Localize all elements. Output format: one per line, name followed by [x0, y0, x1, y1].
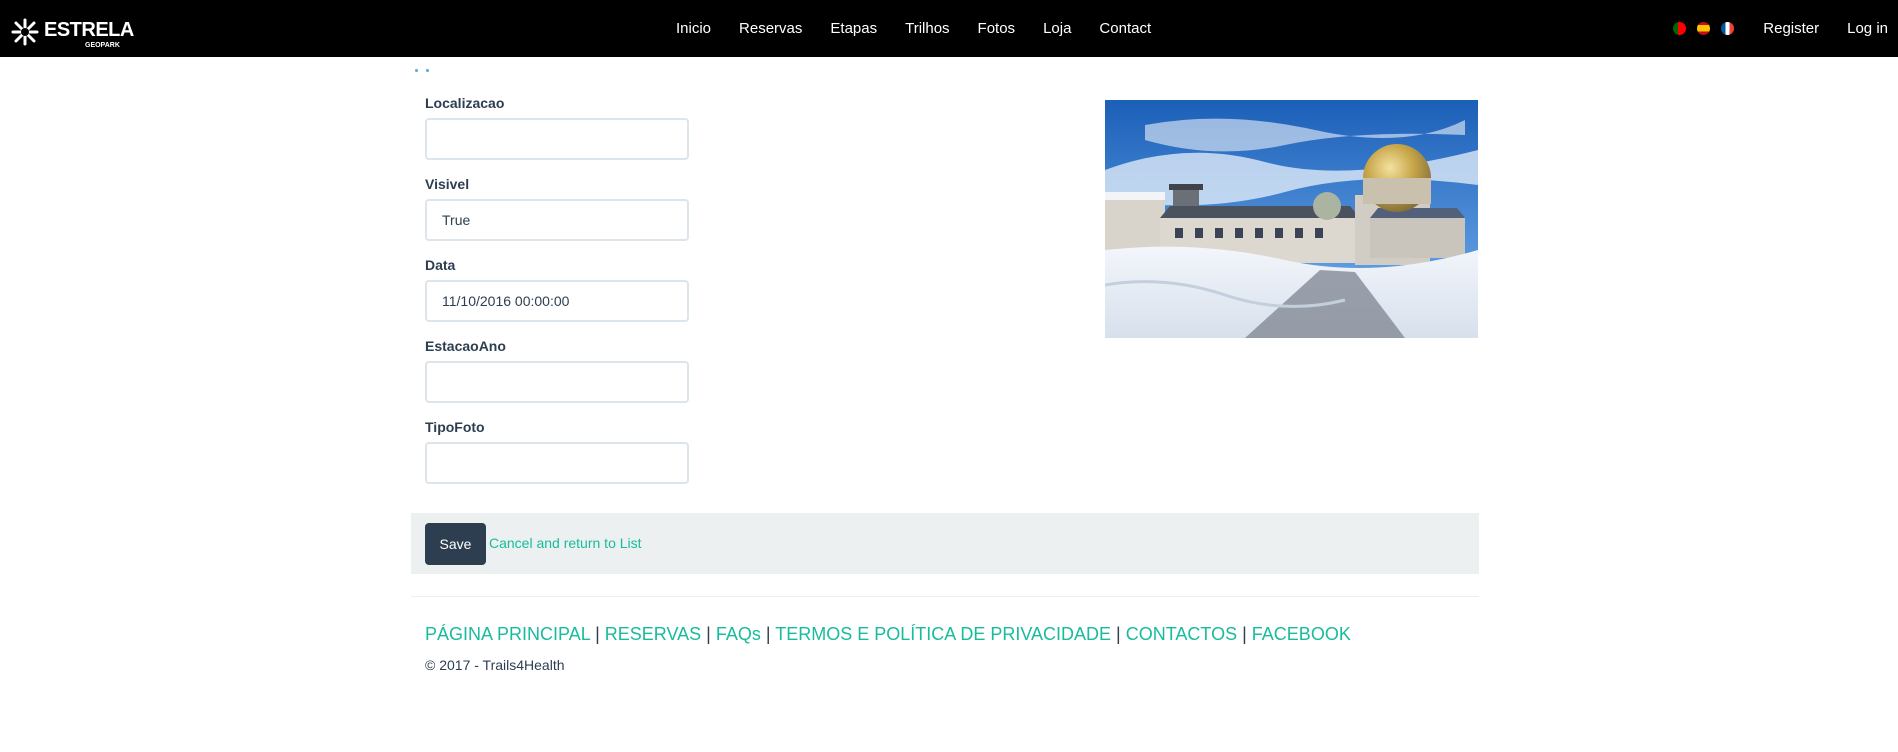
label-visivel: Visivel: [425, 176, 470, 192]
form-actions: Save Cancel and return to List: [411, 513, 1479, 574]
nav-fotos[interactable]: Fotos: [978, 20, 1016, 37]
nav-inicio[interactable]: Inicio: [676, 20, 711, 37]
footer-link-faqs[interactable]: FAQs: [716, 624, 761, 644]
login-link[interactable]: Log in: [1847, 20, 1888, 37]
copyright-text: © 2017 - Trails4Health: [425, 657, 565, 673]
nav-contact[interactable]: Contact: [1099, 20, 1151, 37]
label-data: Data: [425, 257, 456, 273]
tipofoto-input[interactable]: [425, 442, 689, 484]
label-estacaoano: EstacaoAno: [425, 338, 506, 354]
estacaoano-input[interactable]: [425, 361, 689, 403]
footer-divider: [411, 596, 1479, 597]
portugal-flag-icon[interactable]: [1673, 22, 1687, 35]
visivel-input[interactable]: True: [425, 199, 689, 241]
nav-etapas[interactable]: Etapas: [830, 20, 877, 37]
footer-link-termos[interactable]: TERMOS E POLÍTICA DE PRIVACIDADE: [775, 624, 1111, 644]
nav-right: Register Log in: [1673, 0, 1898, 57]
france-flag-icon[interactable]: [1721, 22, 1735, 35]
footer-link-contactos[interactable]: CONTACTOS: [1126, 624, 1237, 644]
field-visivel: Visivel True: [425, 176, 689, 241]
label-localizacao: Localizacao: [425, 95, 505, 111]
footer-separator: |: [1116, 624, 1121, 644]
register-link[interactable]: Register: [1763, 20, 1819, 37]
brand-name: ESTRELA: [44, 19, 134, 41]
nav-trilhos[interactable]: Trilhos: [905, 20, 949, 37]
localizacao-input[interactable]: [425, 118, 689, 160]
breadcrumb-fragment: [415, 58, 475, 72]
brand-logo[interactable]: ESTRELA GEOPARK: [11, 16, 134, 52]
observatory-photo-image: [1105, 100, 1478, 338]
field-estacaoano: EstacaoAno: [425, 338, 689, 403]
label-tipofoto: TipoFoto: [425, 419, 485, 435]
footer-separator: |: [706, 624, 711, 644]
field-tipofoto: TipoFoto: [425, 419, 689, 484]
footer-separator: |: [765, 624, 771, 644]
top-navbar: ESTRELA GEOPARK Inicio Reservas Etapas T…: [0, 0, 1898, 57]
footer-separator: |: [1242, 624, 1247, 644]
field-localizacao: Localizacao: [425, 95, 689, 160]
snowflake-icon: [11, 18, 39, 46]
footer-link-facebook[interactable]: FACEBOOK: [1252, 624, 1351, 644]
data-input[interactable]: 11/10/2016 00:00:00: [425, 280, 689, 322]
footer-link-pagina-principal[interactable]: PÁGINA PRINCIPAL: [425, 624, 590, 644]
nav-loja[interactable]: Loja: [1043, 20, 1071, 37]
spain-flag-icon[interactable]: [1697, 22, 1711, 35]
save-button[interactable]: Save: [425, 523, 486, 565]
nav-reservas[interactable]: Reservas: [739, 20, 802, 37]
main-nav: Inicio Reservas Etapas Trilhos Fotos Loj…: [676, 0, 1179, 57]
field-data: Data 11/10/2016 00:00:00: [425, 257, 689, 322]
photo-preview: [1105, 100, 1478, 338]
footer-link-reservas[interactable]: RESERVAS: [605, 624, 701, 644]
footer-separator: |: [595, 624, 600, 644]
footer-links: PÁGINA PRINCIPAL | RESERVAS | FAQs | TER…: [425, 624, 1351, 645]
brand-sub: GEOPARK: [85, 42, 120, 49]
cancel-return-link[interactable]: Cancel and return to List: [489, 535, 642, 551]
